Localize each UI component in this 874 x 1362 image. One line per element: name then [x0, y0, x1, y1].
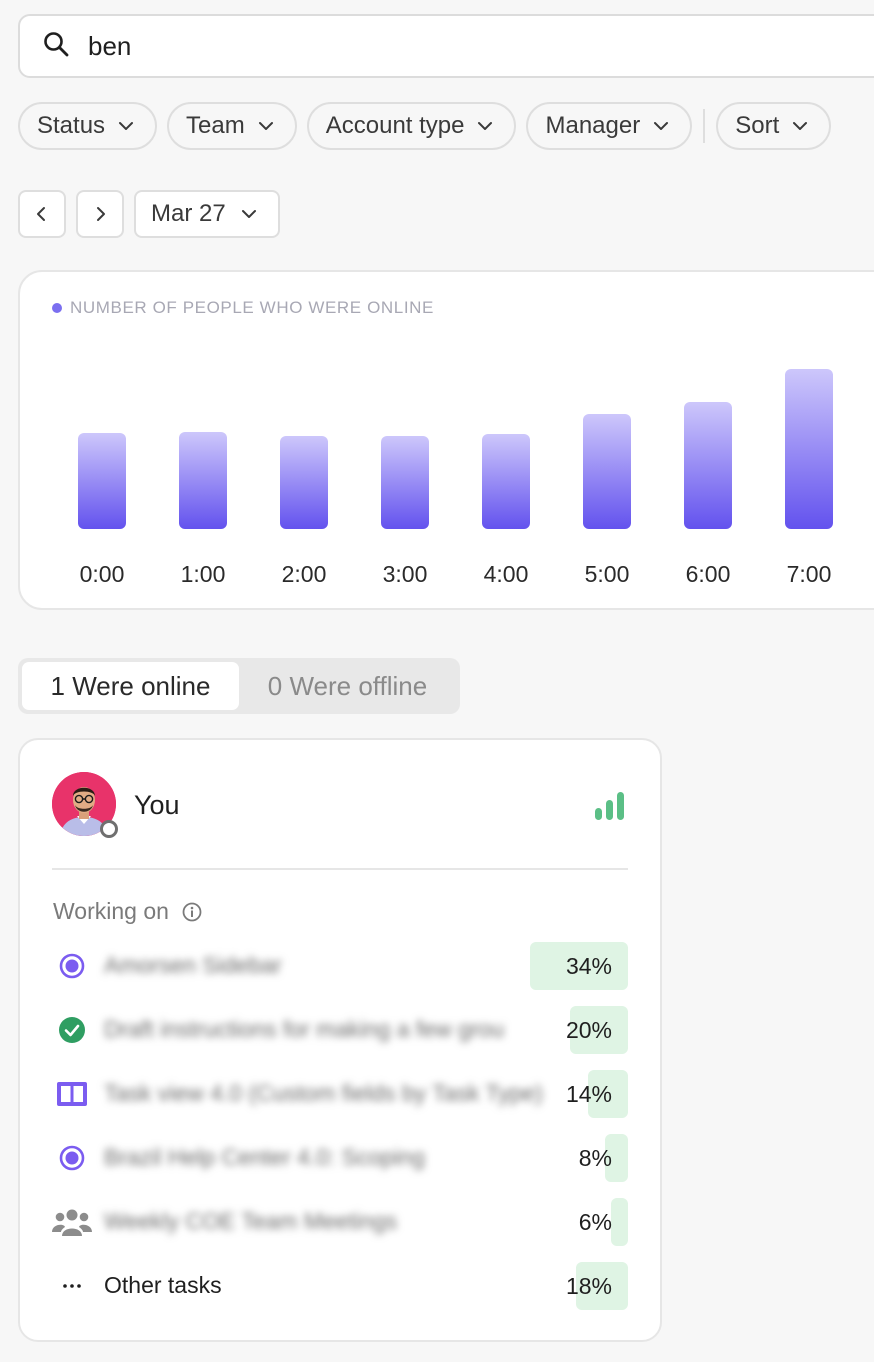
filter-label: Manager — [545, 112, 641, 139]
working-on-header: Working on — [53, 898, 203, 925]
chart-bar-1:00[interactable] — [179, 432, 227, 529]
chevron-down-icon — [119, 122, 134, 130]
date-navigation: Mar 27 — [18, 190, 280, 238]
x-tick-label: 7:00 — [787, 561, 832, 587]
working-on-label: Working on — [53, 898, 169, 924]
task-percent: 18% — [565, 1273, 612, 1299]
tab-were-online[interactable]: 1 Were online — [22, 662, 239, 710]
task-percent: 8% — [578, 1145, 612, 1171]
task-label: Brazil Help Center 4.0: Scoping — [104, 1144, 425, 1170]
board-view-icon — [52, 1078, 92, 1110]
chart-bar-6:00[interactable] — [684, 402, 732, 529]
task-percent: 6% — [578, 1209, 612, 1235]
x-tick-label: 0:00 — [80, 561, 125, 587]
task-row[interactable]: Weekly COE Team Meetings 6% — [52, 1198, 628, 1246]
date-label: Mar 27 — [151, 200, 226, 227]
task-row-other[interactable]: Other tasks 18% — [52, 1262, 628, 1310]
chevron-left-icon — [37, 207, 45, 221]
online-bar-chart: 0:00 1:00 2:00 3:00 4:00 5:00 6:00 7:00 — [78, 369, 833, 587]
filter-bar: Status Team Account type Manager Sort — [18, 102, 832, 150]
chevron-down-icon — [258, 122, 273, 130]
chevron-down-icon — [478, 122, 493, 130]
person-card[interactable]: You Working on Amorsen Sidebar 34% Draft… — [18, 738, 662, 1342]
chevron-down-icon — [793, 122, 808, 130]
task-label: Other tasks — [104, 1272, 222, 1298]
x-tick-label: 4:00 — [484, 561, 529, 587]
date-picker-button[interactable]: Mar 27 — [134, 190, 280, 238]
filter-account-type[interactable]: Account type — [306, 102, 517, 150]
filter-status[interactable]: Status — [18, 102, 158, 150]
chart-bar-0:00[interactable] — [78, 433, 126, 529]
filter-divider — [703, 109, 706, 143]
sort-label: Sort — [735, 112, 780, 139]
task-label: Draft instructions for making a few grou — [104, 1016, 505, 1042]
task-percent: 34% — [565, 953, 612, 979]
task-row[interactable]: Task view 4.0 (Custom fields by Task Typ… — [52, 1070, 628, 1118]
people-online-page: Status Team Account type Manager Sort — [0, 0, 874, 1362]
info-icon[interactable] — [181, 901, 203, 923]
tab-were-offline[interactable]: 0 Were offline — [239, 662, 456, 710]
task-row[interactable]: Draft instructions for making a few grou… — [52, 1006, 628, 1054]
task-label: Task view 4.0 (Custom fields by Task Typ… — [104, 1080, 543, 1106]
status-circle-icon — [52, 950, 92, 982]
presence-status-icon — [100, 820, 118, 838]
chart-bar-2:00[interactable] — [280, 436, 328, 529]
filter-label: Team — [186, 112, 245, 139]
x-tick-label: 1:00 — [181, 561, 226, 587]
more-dots-icon — [52, 1270, 92, 1302]
filter-label: Account type — [325, 112, 465, 139]
chevron-right-icon — [97, 207, 105, 221]
sort-button[interactable]: Sort — [716, 102, 832, 150]
chart-bar-4:00[interactable] — [482, 434, 530, 529]
search-bar[interactable] — [18, 14, 874, 78]
x-tick-label: 6:00 — [686, 561, 731, 587]
task-percent: 20% — [565, 1017, 612, 1043]
next-day-button[interactable] — [76, 190, 124, 238]
chart-bar-5:00[interactable] — [583, 414, 631, 529]
chart-bar-7:00[interactable] — [785, 369, 833, 529]
previous-day-button[interactable] — [18, 190, 66, 238]
x-tick-label: 5:00 — [585, 561, 630, 587]
filter-manager[interactable]: Manager — [526, 102, 693, 150]
status-circle-icon — [52, 1142, 92, 1174]
task-row[interactable]: Brazil Help Center 4.0: Scoping 8% — [52, 1134, 628, 1182]
search-icon — [42, 30, 70, 63]
filter-team[interactable]: Team — [167, 102, 297, 150]
chevron-down-icon — [654, 122, 669, 130]
online-chart-card: NUMBER OF PEOPLE WHO WERE ONLINE 0:00 1:0… — [18, 270, 874, 610]
task-progress-bar — [611, 1198, 628, 1246]
people-icon — [52, 1206, 92, 1238]
check-circle-icon — [52, 1014, 92, 1046]
task-label: Weekly COE Team Meetings — [104, 1208, 398, 1234]
filter-label: Status — [37, 112, 106, 139]
chart-bar-3:00[interactable] — [381, 436, 429, 529]
search-input[interactable] — [88, 30, 788, 62]
activity-signal-icon — [595, 792, 624, 820]
x-tick-label: 2:00 — [282, 561, 327, 587]
task-percent: 14% — [565, 1081, 612, 1107]
card-divider — [52, 868, 628, 870]
task-row[interactable]: Amorsen Sidebar 34% — [52, 942, 628, 990]
x-tick-label: 3:00 — [383, 561, 428, 587]
person-name: You — [134, 790, 180, 820]
online-offline-toggle: 1 Were online 0 Were offline — [18, 658, 460, 714]
chevron-down-icon — [241, 210, 256, 218]
task-label: Amorsen Sidebar — [104, 952, 282, 978]
